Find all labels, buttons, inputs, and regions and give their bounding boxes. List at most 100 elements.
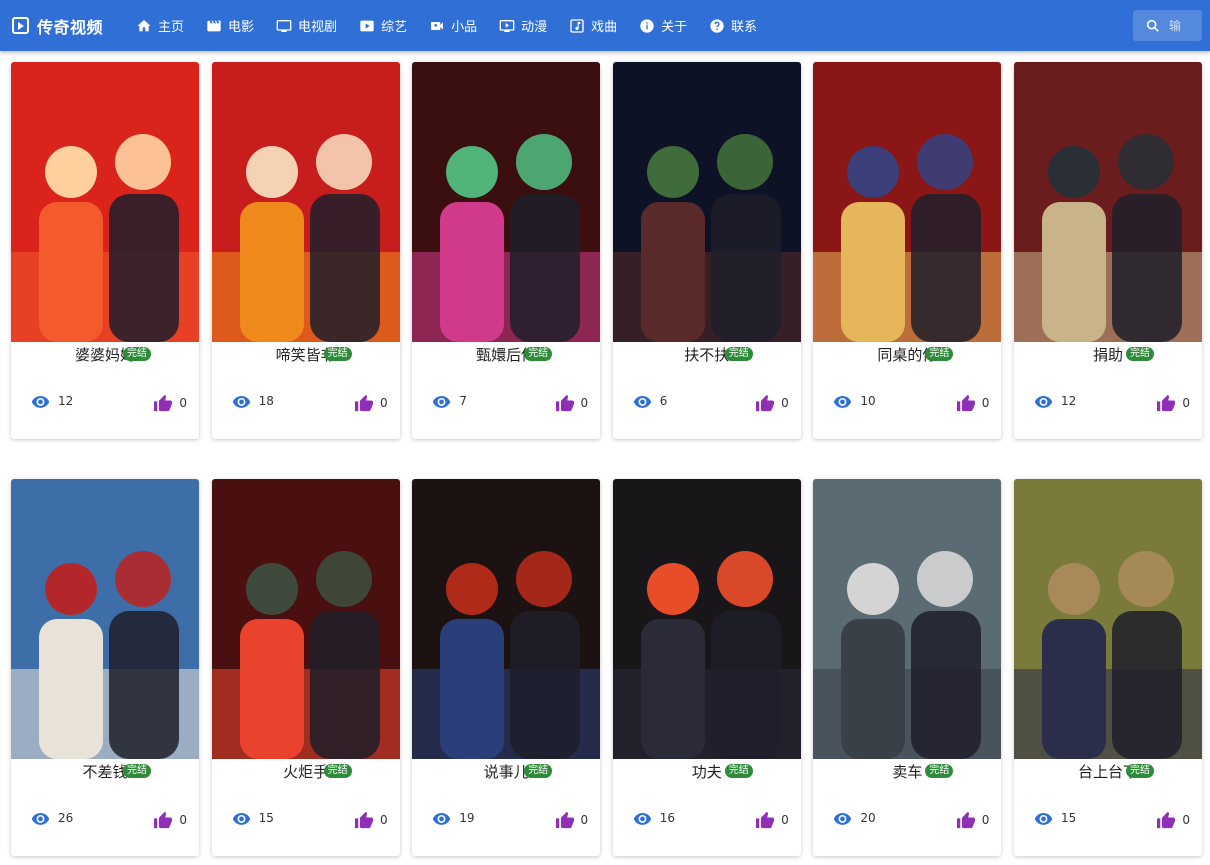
nav-item-movie[interactable]: 电影 — [195, 0, 265, 51]
eye-icon — [633, 395, 651, 408]
video-title[interactable]: 扶不扶 — [613, 345, 801, 365]
help-icon — [710, 18, 724, 33]
thumbs-up-icon[interactable] — [555, 394, 575, 412]
movie-icon — [207, 20, 221, 31]
like-count-value: 0 — [981, 396, 990, 410]
video-title[interactable]: 说事儿 — [412, 762, 600, 782]
video-thumbnail[interactable] — [211, 62, 400, 342]
video-card[interactable]: 说事儿 完结 19 0 — [412, 479, 601, 856]
video-card[interactable]: 婆婆妈妈 完结 12 0 — [11, 62, 199, 439]
video-thumbnail[interactable] — [1013, 62, 1202, 342]
video-card[interactable]: 同桌的你 完结 10 0 — [813, 62, 1002, 439]
video-title[interactable]: 功夫 — [613, 762, 801, 782]
view-count-value: 12 — [1060, 394, 1077, 408]
nav-item-variety[interactable]: 综艺 — [348, 0, 418, 51]
video-card[interactable]: 啼笑皆非 完结 18 0 — [211, 62, 400, 439]
view-count: 15 — [1034, 811, 1076, 825]
app-bar: 传奇视频 主页 电影 电视剧 综艺 小品 动漫 戏曲 关于 联系 输 — [0, 0, 1210, 51]
video-title[interactable]: 捐助 — [1014, 345, 1202, 365]
eye-icon — [834, 812, 852, 825]
status-badge: 完结 — [724, 347, 753, 361]
like-count[interactable]: 0 — [956, 811, 990, 829]
video-title[interactable]: 不差钱 — [11, 762, 199, 782]
video-thumbnail[interactable] — [412, 479, 601, 759]
video-title[interactable]: 火炬手 — [212, 762, 400, 782]
search-input[interactable] — [1169, 18, 1199, 33]
video-card[interactable]: 甄嬛后传 完结 7 0 — [412, 62, 601, 439]
status-badge: 完结 — [1125, 764, 1154, 778]
like-count[interactable]: 0 — [755, 811, 789, 829]
video-thumbnail[interactable] — [1013, 479, 1202, 759]
thumbs-up-icon[interactable] — [153, 394, 173, 412]
nav-item-contact[interactable]: 联系 — [698, 0, 768, 51]
brand[interactable]: 传奇视频 — [12, 14, 103, 38]
thumbs-up-icon[interactable] — [555, 811, 575, 829]
video-title[interactable]: 同桌的你 — [813, 345, 1001, 365]
view-count-value: 15 — [258, 811, 274, 825]
video-thumbnail[interactable] — [211, 479, 400, 759]
music-note-icon — [570, 18, 584, 33]
eye-icon — [31, 395, 50, 408]
thumbs-up-icon[interactable] — [755, 394, 775, 412]
video-card[interactable]: 不差钱 完结 26 0 — [11, 479, 199, 856]
video-title[interactable]: 啼笑皆非 — [212, 345, 400, 365]
thumbs-up-icon[interactable] — [1156, 811, 1176, 829]
video-card[interactable]: 捐助 完结 12 0 — [1013, 62, 1202, 439]
nav-item-tv[interactable]: 电视剧 — [265, 0, 348, 51]
like-count[interactable]: 0 — [1156, 394, 1190, 412]
video-card[interactable]: 功夫 完结 16 0 — [612, 479, 801, 856]
video-card[interactable]: 台上台下 完结 15 0 — [1013, 479, 1202, 856]
like-count[interactable]: 0 — [354, 811, 388, 829]
grid-row: 婆婆妈妈 完结 12 0 啼笑皆非 完结 18 0 甄嬛后传 完结 7 0 扶不… — [11, 62, 1202, 439]
like-count[interactable]: 0 — [555, 811, 588, 829]
video-thumbnail[interactable] — [612, 62, 801, 342]
video-stats: 7 0 — [412, 394, 600, 416]
like-count-value: 0 — [981, 813, 990, 827]
video-card[interactable]: 卖车 完结 20 0 — [813, 479, 1002, 856]
thumbs-up-icon[interactable] — [755, 811, 775, 829]
video-thumbnail[interactable] — [813, 479, 1002, 759]
main-nav: 主页 电影 电视剧 综艺 小品 动漫 戏曲 关于 联系 — [125, 0, 768, 51]
nav-item-opera[interactable]: 戏曲 — [558, 0, 628, 51]
video-card[interactable]: 扶不扶 完结 6 0 — [612, 62, 801, 439]
nav-item-home[interactable]: 主页 — [125, 0, 195, 51]
nav-item-about[interactable]: 关于 — [628, 0, 698, 51]
status-badge: 完结 — [524, 347, 553, 361]
like-count[interactable]: 0 — [555, 394, 588, 412]
thumbs-up-icon[interactable] — [354, 811, 374, 829]
video-thumbnail[interactable] — [813, 62, 1002, 342]
search-box[interactable] — [1133, 10, 1202, 41]
like-count[interactable]: 0 — [153, 811, 187, 829]
thumbs-up-icon[interactable] — [956, 811, 976, 829]
thumbnail-art — [1013, 62, 1202, 342]
video-card[interactable]: 火炬手 完结 15 0 — [211, 479, 400, 856]
thumbs-up-icon[interactable] — [153, 811, 173, 829]
view-count: 10 — [833, 394, 876, 408]
nav-item-anime[interactable]: 动漫 — [488, 0, 558, 51]
view-count-value: 7 — [459, 394, 467, 408]
video-stats: 12 0 — [11, 394, 199, 416]
status-badge: 完结 — [123, 347, 151, 361]
video-thumbnail[interactable] — [612, 479, 801, 759]
video-thumbnail[interactable] — [412, 62, 601, 342]
like-count[interactable]: 0 — [956, 394, 990, 412]
like-count[interactable]: 0 — [755, 394, 789, 412]
like-count[interactable]: 0 — [354, 394, 388, 412]
thumbs-up-icon[interactable] — [1156, 394, 1176, 412]
video-thumbnail[interactable] — [11, 62, 199, 342]
like-count[interactable]: 0 — [153, 394, 187, 412]
thumbnail-art — [412, 62, 601, 342]
nav-label: 电视剧 — [298, 20, 338, 35]
like-count-value: 0 — [179, 396, 187, 410]
thumbs-up-icon[interactable] — [956, 394, 976, 412]
video-thumbnail[interactable] — [11, 479, 199, 759]
status-badge: 完结 — [123, 764, 151, 778]
video-title[interactable]: 台上台下 — [1014, 762, 1202, 782]
video-title[interactable]: 卖车 — [813, 762, 1001, 782]
like-count[interactable]: 0 — [1156, 811, 1190, 829]
video-title[interactable]: 婆婆妈妈 — [11, 345, 199, 365]
thumbs-up-icon[interactable] — [354, 394, 374, 412]
nav-item-skit[interactable]: 小品 — [418, 0, 488, 51]
video-title[interactable]: 甄嬛后传 — [412, 345, 600, 365]
grid-row: 不差钱 完结 26 0 火炬手 完结 15 0 说事儿 完结 19 0 功夫 完… — [11, 479, 1202, 856]
